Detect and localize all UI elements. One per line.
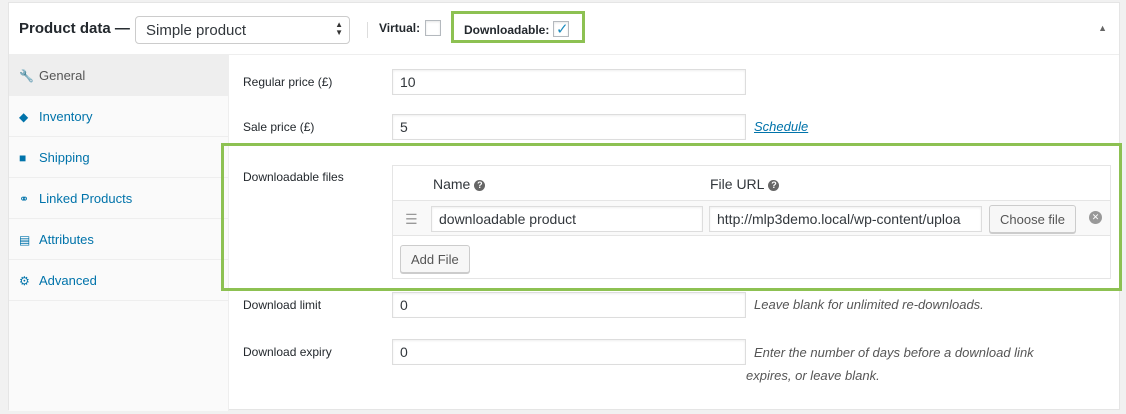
downloadable-label: Downloadable: <box>464 23 550 37</box>
tab-attributes-label: Attributes <box>39 232 94 247</box>
header-divider <box>367 22 368 38</box>
tab-advanced-label: Advanced <box>39 273 97 288</box>
virtual-checkbox[interactable] <box>425 20 441 36</box>
drag-handle-icon[interactable]: ☰ <box>405 211 418 228</box>
tab-general[interactable]: 🔧 General <box>9 55 228 96</box>
wrench-icon: 🔧 <box>19 69 34 83</box>
select-arrows-icon: ▲ ▼ <box>335 20 343 37</box>
collapse-toggle-icon[interactable]: ▲ <box>1098 23 1107 33</box>
file-name-input[interactable]: downloadable product <box>431 206 703 232</box>
product-data-header: Product data — Simple product ▲ ▼ Virtual… <box>9 3 1119 55</box>
checkmark-icon: ✓ <box>556 21 569 38</box>
truck-icon: ■ <box>19 151 27 165</box>
tab-attributes[interactable]: ▤ Attributes <box>9 219 228 260</box>
downloadable-files-table: Name? File URL? ☰ downloadable product h… <box>392 165 1111 279</box>
product-data-panel: Product data — Simple product ▲ ▼ Virtual… <box>8 2 1122 411</box>
file-url-column-label: File URL <box>710 176 765 192</box>
schedule-link[interactable]: Schedule <box>754 119 808 134</box>
virtual-label: Virtual: <box>379 21 421 35</box>
regular-price-input[interactable]: 10 <box>392 69 746 95</box>
product-data-tabs: 🔧 General ◆ Inventory ■ Shipping ⚭ Linked Pr… <box>9 55 229 411</box>
download-expiry-input[interactable]: 0 <box>392 339 746 365</box>
download-expiry-label: Download expiry <box>243 345 332 359</box>
tab-shipping-label: Shipping <box>39 150 90 165</box>
download-limit-label: Download limit <box>243 298 322 312</box>
sale-price-input[interactable]: 5 <box>392 114 746 140</box>
product-data-title: Product data — <box>19 20 130 37</box>
help-icon[interactable]: ? <box>474 179 486 191</box>
tag-icon: ◆ <box>19 110 29 124</box>
tab-inventory[interactable]: ◆ Inventory <box>9 96 228 137</box>
tab-advanced[interactable]: ⚙ Advanced <box>9 260 228 301</box>
downloadable-highlight-box: Downloadable: ✓ <box>451 11 585 43</box>
help-icon[interactable]: ? <box>768 179 780 191</box>
name-column-label: Name <box>433 176 471 192</box>
gear-icon: ⚙ <box>19 274 30 288</box>
download-limit-input[interactable]: 0 <box>392 292 746 318</box>
table-row: ☰ downloadable product http://mlp3demo.l… <box>393 200 1110 236</box>
link-icon: ⚭ <box>19 192 30 206</box>
remove-icon[interactable]: ✕ <box>1089 211 1102 224</box>
download-limit-description: Leave blank for unlimited re-downloads. <box>754 297 984 312</box>
tab-linked-products[interactable]: ⚭ Linked Products <box>9 178 228 219</box>
downloadable-checkbox[interactable]: ✓ <box>553 21 569 38</box>
file-url-input[interactable]: http://mlp3demo.local/wp-content/uploa <box>709 206 982 232</box>
product-type-select[interactable]: Simple product ▲ ▼ <box>135 16 350 44</box>
list-icon: ▤ <box>19 233 31 247</box>
product-type-value: Simple product <box>146 22 247 39</box>
sale-price-label: Sale price (£) <box>243 120 315 134</box>
tab-linked-products-label: Linked Products <box>39 191 133 206</box>
choose-file-button[interactable]: Choose file <box>989 205 1077 233</box>
tab-inventory-label: Inventory <box>39 109 93 124</box>
name-column-header: Name? <box>433 176 486 192</box>
add-file-button[interactable]: Add File <box>400 245 470 273</box>
tab-shipping[interactable]: ■ Shipping <box>9 137 228 178</box>
regular-price-label: Regular price (£) <box>243 75 333 89</box>
download-expiry-description: Enter the number of days before a downlo… <box>746 345 1034 383</box>
downloadable-files-label: Downloadable files <box>243 170 344 184</box>
tab-general-label: General <box>39 68 86 83</box>
file-url-column-header: File URL? <box>710 176 780 192</box>
